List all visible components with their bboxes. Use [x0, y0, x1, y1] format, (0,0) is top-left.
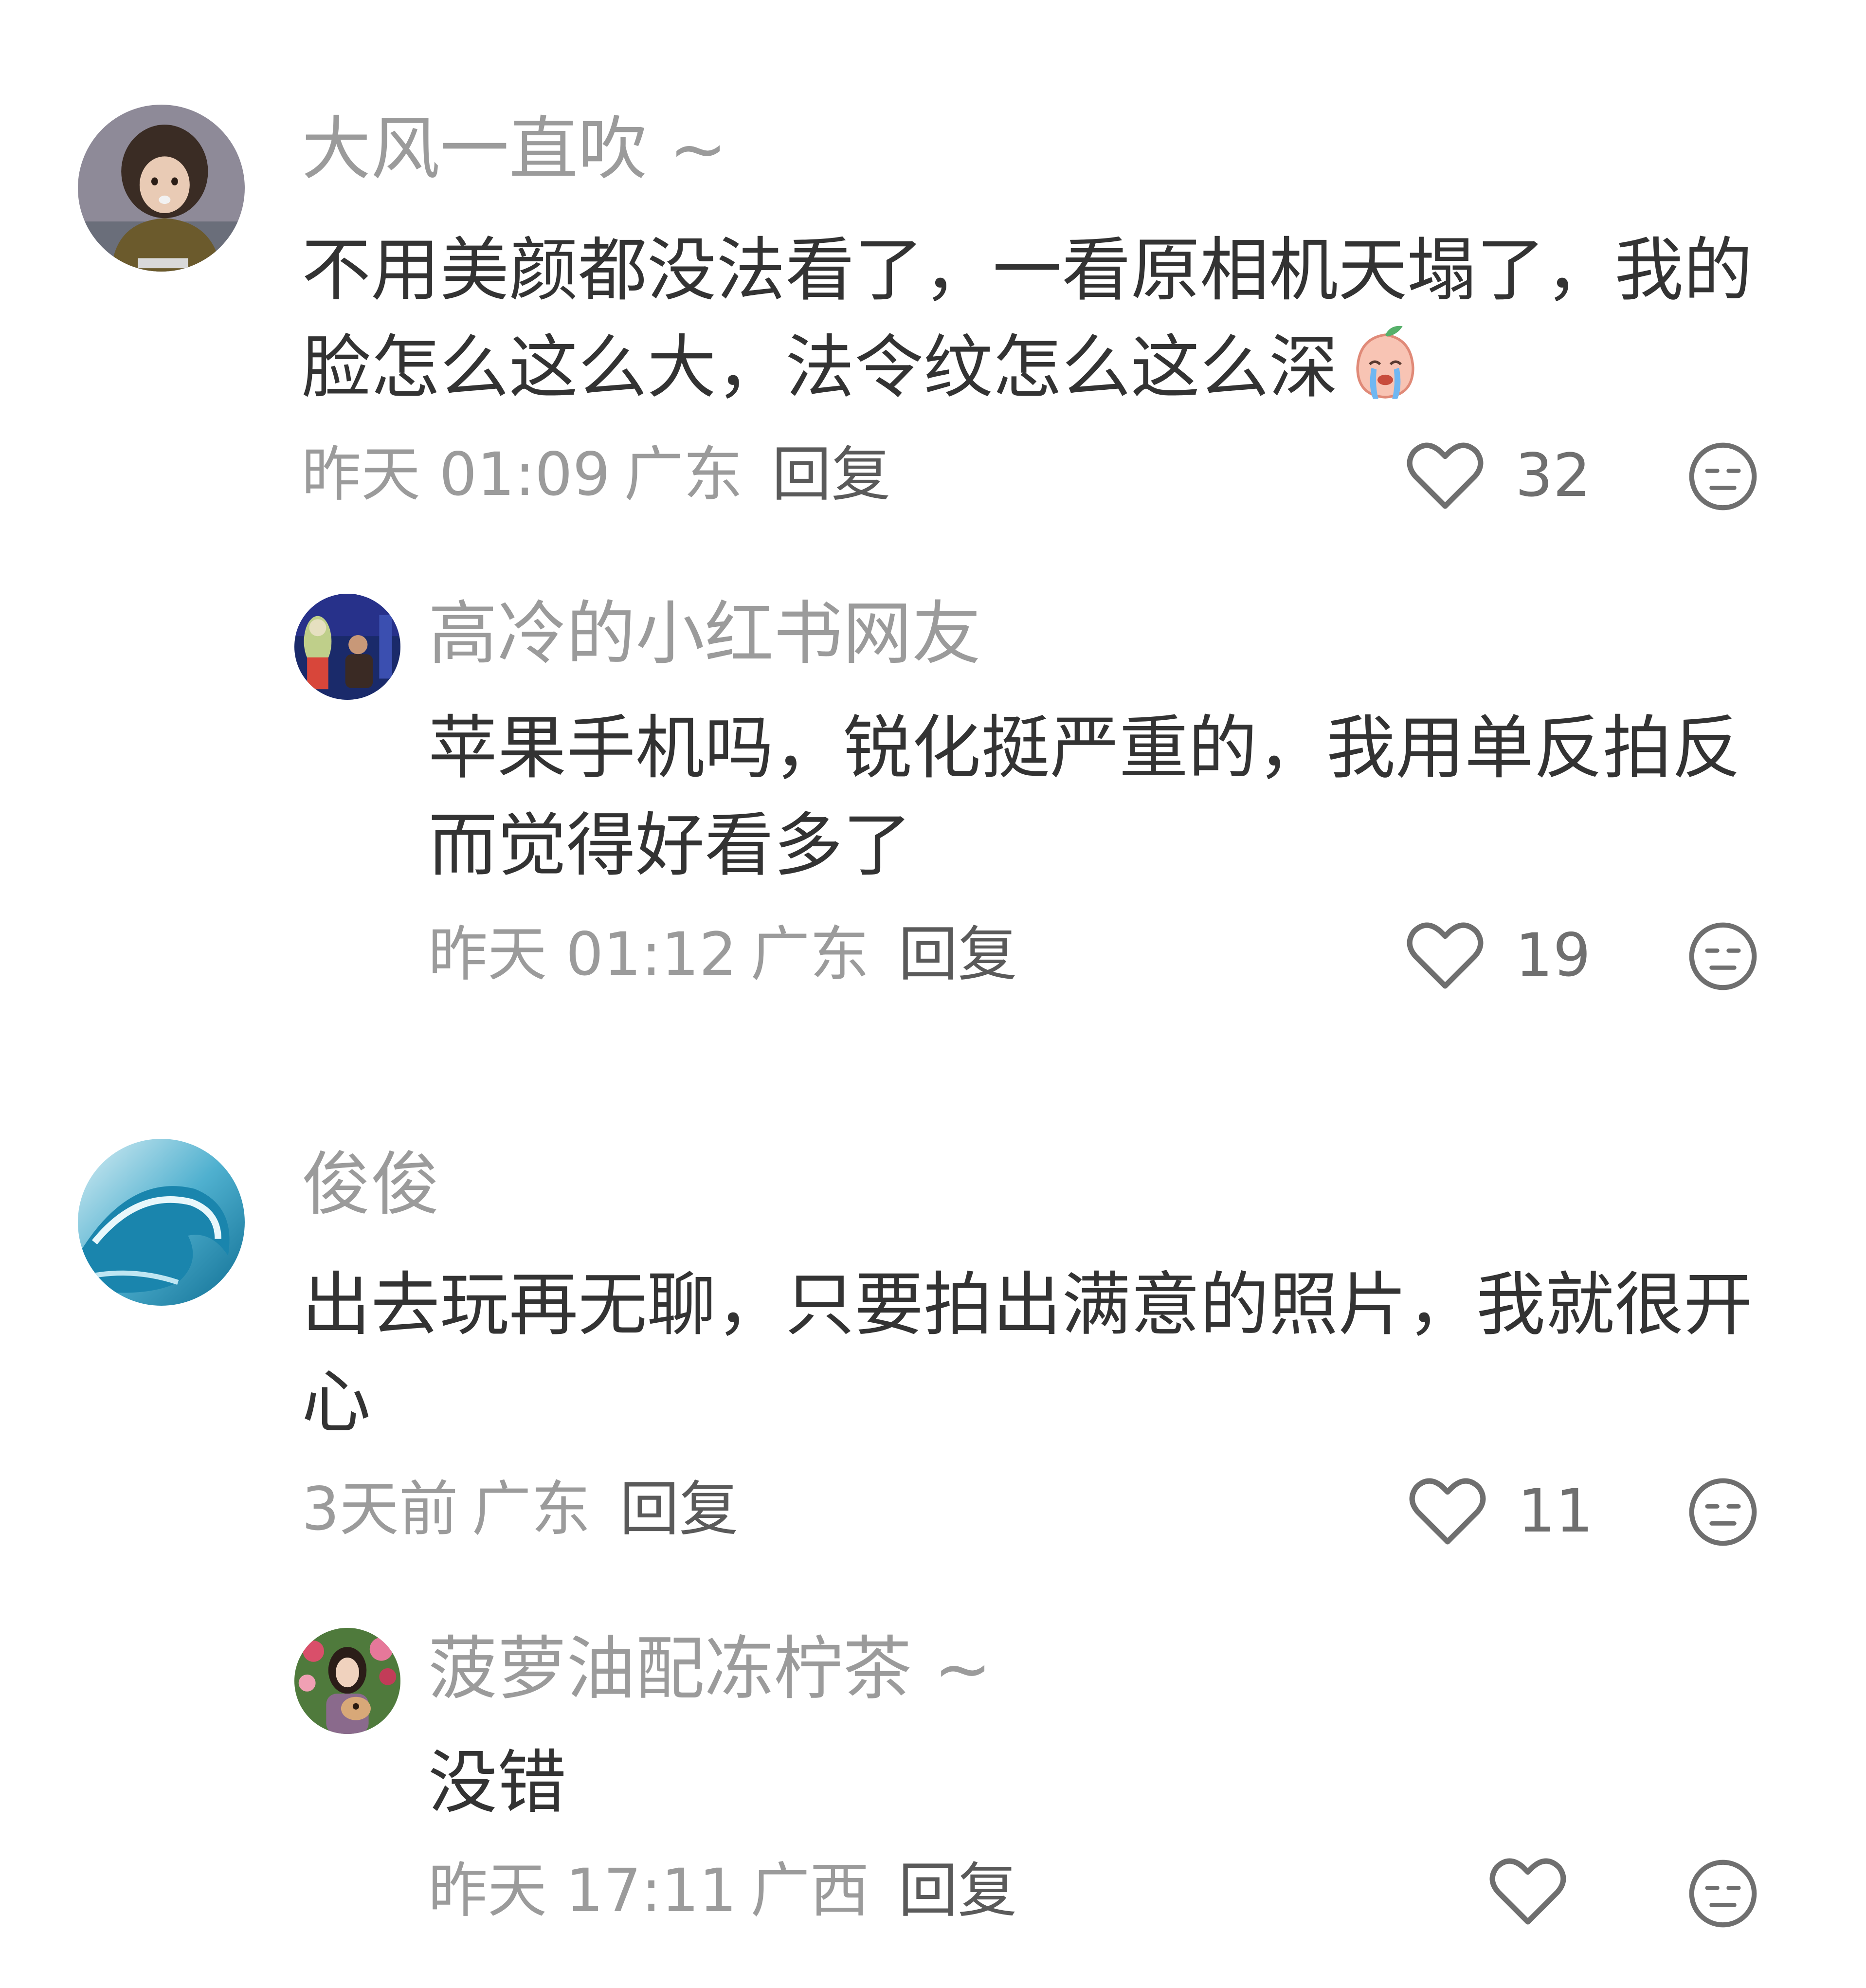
comment-body: 不用美颜都没法看了，一看原相机天塌了，我的脸怎么这么大，法令纹怎么这么深	[302, 230, 1753, 408]
timestamp: 昨天 01:12	[428, 920, 737, 989]
comment-text: 苹果手机吗，锐化挺严重的，我用单反拍反而觉得好看多了	[428, 700, 1752, 894]
neutral-face-icon	[1689, 442, 1757, 511]
comment-meta: 昨天 01:09 广东 回复	[302, 438, 890, 511]
avatar[interactable]	[294, 1628, 400, 1734]
ocean-wave-avatar	[78, 1139, 245, 1306]
comment-meta: 昨天 17:11 广西 回复	[428, 1854, 1017, 1927]
night-scene-photo-avatar	[294, 594, 400, 700]
dislike-button[interactable]	[1687, 1477, 1758, 1548]
like-button[interactable]	[1489, 1856, 1598, 1927]
dislike-button[interactable]	[1687, 441, 1758, 512]
location: 广东	[471, 1475, 591, 1544]
comment-text: 没错	[428, 1734, 1752, 1832]
comment-text: 出去玩再无聊，只要拍出满意的照片，我就很开心	[302, 1257, 1771, 1451]
comment-body: 出去玩再无聊，只要拍出满意的照片，我就很开心	[302, 1265, 1753, 1442]
location: 广西	[750, 1856, 870, 1925]
reply-button[interactable]: 回复	[898, 920, 1017, 989]
location: 广东	[750, 920, 870, 989]
avatar[interactable]	[78, 1139, 245, 1306]
heart-outline-icon	[1409, 1478, 1486, 1544]
dislike-button[interactable]	[1687, 921, 1758, 992]
toddler-photo-avatar	[78, 105, 245, 272]
like-button[interactable]: 32	[1406, 439, 1591, 512]
crying-peach-emoji-icon	[1342, 319, 1429, 406]
neutral-face-icon	[1689, 922, 1757, 990]
neutral-face-icon	[1689, 1478, 1757, 1546]
comment-meta: 昨天 01:12 广东 回复	[428, 918, 1017, 991]
heart-outline-icon	[1407, 922, 1484, 988]
timestamp: 昨天 01:09	[302, 440, 611, 509]
reply-button[interactable]: 回复	[772, 440, 890, 509]
comment-body: 苹果手机吗，锐化挺严重的，我用单反拍反而觉得好看多了	[428, 708, 1741, 886]
comment-text: 不用美颜都没法看了，一看原相机天塌了，我的脸怎么这么大，法令纹怎么这么深	[302, 222, 1771, 417]
neutral-face-icon	[1689, 1860, 1757, 1928]
comment-meta: 3天前 广东 回复	[302, 1473, 739, 1546]
reply-button[interactable]: 回复	[620, 1475, 739, 1544]
like-count: 11	[1518, 1477, 1594, 1546]
username[interactable]: 高冷的小红书网友	[428, 593, 981, 675]
like-count: 19	[1515, 921, 1591, 990]
avatar[interactable]	[294, 594, 400, 700]
username[interactable]: 大风一直吹 ~	[302, 108, 727, 191]
location: 广东	[624, 440, 743, 509]
like-count: 32	[1515, 441, 1591, 510]
timestamp: 3天前	[302, 1475, 458, 1544]
heart-outline-icon	[1489, 1858, 1566, 1925]
username[interactable]: 菠萝油配冻柠茶 ~	[428, 1628, 992, 1711]
comment-body: 没错	[428, 1743, 566, 1823]
woman-with-dog-photo-avatar	[294, 1628, 400, 1734]
like-button[interactable]: 11	[1409, 1475, 1593, 1548]
dislike-button[interactable]	[1687, 1858, 1758, 1929]
username[interactable]: 俊俊	[302, 1144, 440, 1226]
avatar[interactable]	[78, 105, 245, 272]
like-button[interactable]: 19	[1406, 919, 1591, 992]
timestamp: 昨天 17:11	[428, 1856, 737, 1925]
reply-button[interactable]: 回复	[898, 1856, 1017, 1925]
heart-outline-icon	[1407, 442, 1484, 509]
